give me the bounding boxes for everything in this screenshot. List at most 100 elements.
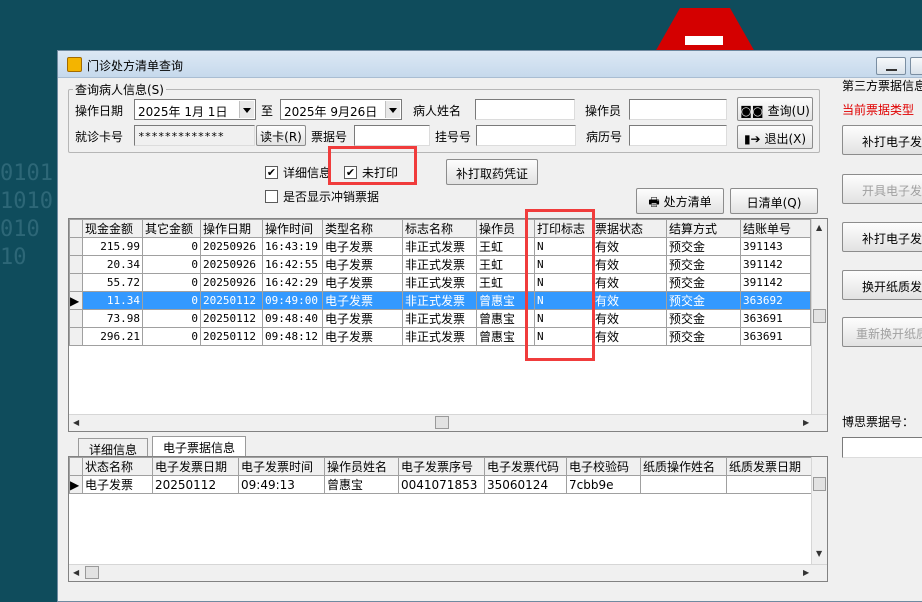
table-cell[interactable] bbox=[641, 494, 727, 512]
table-cell[interactable]: 09:48:40 bbox=[262, 309, 323, 328]
column-header[interactable]: 状态名称 bbox=[82, 457, 153, 476]
table-row[interactable]: 73.98 0 20250112 09:48:40 电子发票 非正式发票 曾惠宝 N 有效 预交金… bbox=[69, 309, 811, 328]
table-cell[interactable] bbox=[535, 364, 593, 382]
scroll-down-icon[interactable]: ▼ bbox=[816, 549, 822, 558]
table-cell[interactable] bbox=[399, 530, 485, 548]
table-cell[interactable]: 20250112 bbox=[200, 291, 263, 310]
column-header[interactable]: 操作员姓名 bbox=[324, 457, 399, 476]
table-cell[interactable] bbox=[323, 382, 403, 400]
table-cell[interactable]: 16:43:19 bbox=[262, 237, 323, 256]
table-cell[interactable] bbox=[593, 364, 667, 382]
table-cell[interactable] bbox=[567, 530, 641, 548]
reg-no-input[interactable] bbox=[476, 125, 576, 146]
table-cell[interactable] bbox=[567, 548, 641, 566]
reprint-receipt-button[interactable]: 补打取药凭证 bbox=[446, 159, 538, 185]
detail-horizontal-scrollbar[interactable]: ◀ ▶ bbox=[69, 564, 827, 581]
table-cell[interactable] bbox=[741, 346, 811, 364]
detail-vscroll-thumb[interactable] bbox=[813, 477, 826, 491]
table-cell[interactable] bbox=[143, 364, 201, 382]
table-cell[interactable] bbox=[239, 548, 325, 566]
table-cell[interactable]: 09:49:13 bbox=[238, 475, 325, 494]
table-cell[interactable] bbox=[325, 530, 399, 548]
table-row[interactable] bbox=[69, 381, 811, 400]
table-cell[interactable] bbox=[640, 475, 727, 494]
table-cell[interactable] bbox=[153, 530, 239, 548]
column-header[interactable]: 结算方式 bbox=[666, 219, 741, 238]
column-header[interactable]: 标志名称 bbox=[402, 219, 477, 238]
column-header[interactable]: 电子发票代码 bbox=[484, 457, 567, 476]
table-cell[interactable] bbox=[325, 494, 399, 512]
table-cell[interactable]: 预交金 bbox=[666, 273, 741, 292]
table-cell[interactable] bbox=[667, 346, 741, 364]
table-cell[interactable] bbox=[641, 512, 727, 530]
scroll-up-icon[interactable]: ▲ bbox=[816, 223, 822, 232]
reissue-paper-button[interactable]: 重新换开纸质 bbox=[842, 317, 922, 347]
table-cell[interactable] bbox=[323, 364, 403, 382]
column-header[interactable]: 电子校验码 bbox=[566, 457, 641, 476]
column-header[interactable]: 票据状态 bbox=[592, 219, 667, 238]
table-cell[interactable] bbox=[83, 364, 143, 382]
detail-scroll-left-icon[interactable]: ◀ bbox=[73, 568, 79, 577]
reprint-e-invoice-2-button[interactable]: 补打电子发 bbox=[842, 222, 922, 252]
table-cell[interactable]: 296.21 bbox=[82, 327, 143, 346]
table-cell[interactable]: 20.34 bbox=[82, 255, 143, 274]
bosi-ticket-input[interactable] bbox=[842, 437, 922, 458]
detail-vertical-scrollbar[interactable]: ▼ bbox=[811, 457, 827, 565]
table-row[interactable]: 296.21 0 20250112 09:48:12 电子发票 非正式发票 曾惠宝 N 有效 预交… bbox=[69, 327, 811, 346]
table-cell[interactable]: 预交金 bbox=[666, 237, 741, 256]
table-cell[interactable]: 有效 bbox=[592, 273, 667, 292]
grid-vscroll-thumb[interactable] bbox=[813, 309, 826, 323]
table-cell[interactable] bbox=[535, 382, 593, 400]
column-header[interactable]: 类型名称 bbox=[322, 219, 403, 238]
table-cell[interactable] bbox=[485, 494, 567, 512]
detail-info-checkbox[interactable]: ✔ 详细信息 bbox=[265, 164, 331, 181]
table-cell[interactable] bbox=[403, 364, 477, 382]
query-button[interactable]: ◙◙ 查询(U) bbox=[737, 97, 813, 121]
table-cell[interactable] bbox=[323, 346, 403, 364]
table-cell[interactable]: 35060124 bbox=[484, 475, 567, 494]
column-header[interactable]: 其它金额 bbox=[142, 219, 201, 238]
table-cell[interactable]: 0 bbox=[142, 309, 201, 328]
detail-scroll-right-icon[interactable]: ▶ bbox=[803, 568, 809, 577]
table-row[interactable]: ▶ 电子发票 20250112 09:49:13 曾惠宝 0041071853 350601… bbox=[69, 475, 813, 494]
grid-vertical-scrollbar[interactable]: ▲ bbox=[811, 219, 827, 415]
table-cell[interactable] bbox=[567, 494, 641, 512]
bill-no-input[interactable] bbox=[354, 125, 430, 146]
table-cell[interactable]: 电子发票 bbox=[82, 475, 153, 494]
daily-list-button[interactable]: 日清单(Q) bbox=[730, 188, 818, 214]
table-cell[interactable]: 20250926 bbox=[200, 237, 263, 256]
table-cell[interactable]: 16:42:55 bbox=[262, 255, 323, 274]
column-header[interactable]: 电子发票序号 bbox=[398, 457, 485, 476]
table-cell[interactable]: 363691 bbox=[740, 327, 811, 346]
table-cell[interactable] bbox=[263, 364, 323, 382]
table-cell[interactable]: 7cbb9e bbox=[566, 475, 641, 494]
minimize-button[interactable] bbox=[876, 57, 906, 75]
show-reversed-checkbox[interactable]: 是否显示冲销票据 bbox=[265, 188, 379, 205]
table-cell[interactable] bbox=[477, 382, 535, 400]
table-row[interactable] bbox=[69, 363, 811, 382]
table-cell[interactable]: 215.99 bbox=[82, 237, 143, 256]
table-cell[interactable]: 非正式发票 bbox=[402, 291, 477, 310]
table-cell[interactable]: 有效 bbox=[592, 291, 667, 310]
table-cell[interactable]: 有效 bbox=[592, 237, 667, 256]
date-from-picker[interactable]: 2025年 1月 1日 bbox=[134, 99, 256, 120]
table-cell[interactable]: 20250112 bbox=[200, 327, 263, 346]
column-header[interactable]: 电子发票时间 bbox=[238, 457, 325, 476]
table-cell[interactable] bbox=[83, 548, 153, 566]
table-cell[interactable] bbox=[567, 512, 641, 530]
table-cell[interactable]: 20250112 bbox=[152, 475, 239, 494]
table-cell[interactable] bbox=[83, 494, 153, 512]
table-cell[interactable] bbox=[741, 382, 811, 400]
table-cell[interactable]: 0 bbox=[142, 237, 201, 256]
table-cell[interactable] bbox=[325, 548, 399, 566]
table-cell[interactable] bbox=[263, 346, 323, 364]
table-cell[interactable] bbox=[741, 364, 811, 382]
table-cell[interactable] bbox=[239, 530, 325, 548]
table-cell[interactable] bbox=[485, 512, 567, 530]
date-to-picker[interactable]: 2025年 9月26日 bbox=[280, 99, 402, 120]
detail-hscroll-thumb[interactable] bbox=[85, 566, 99, 579]
column-header[interactable]: 操作日期 bbox=[200, 219, 263, 238]
table-cell[interactable]: 363691 bbox=[740, 309, 811, 328]
grid-hscroll-thumb[interactable] bbox=[435, 416, 449, 429]
table-cell[interactable] bbox=[239, 494, 325, 512]
